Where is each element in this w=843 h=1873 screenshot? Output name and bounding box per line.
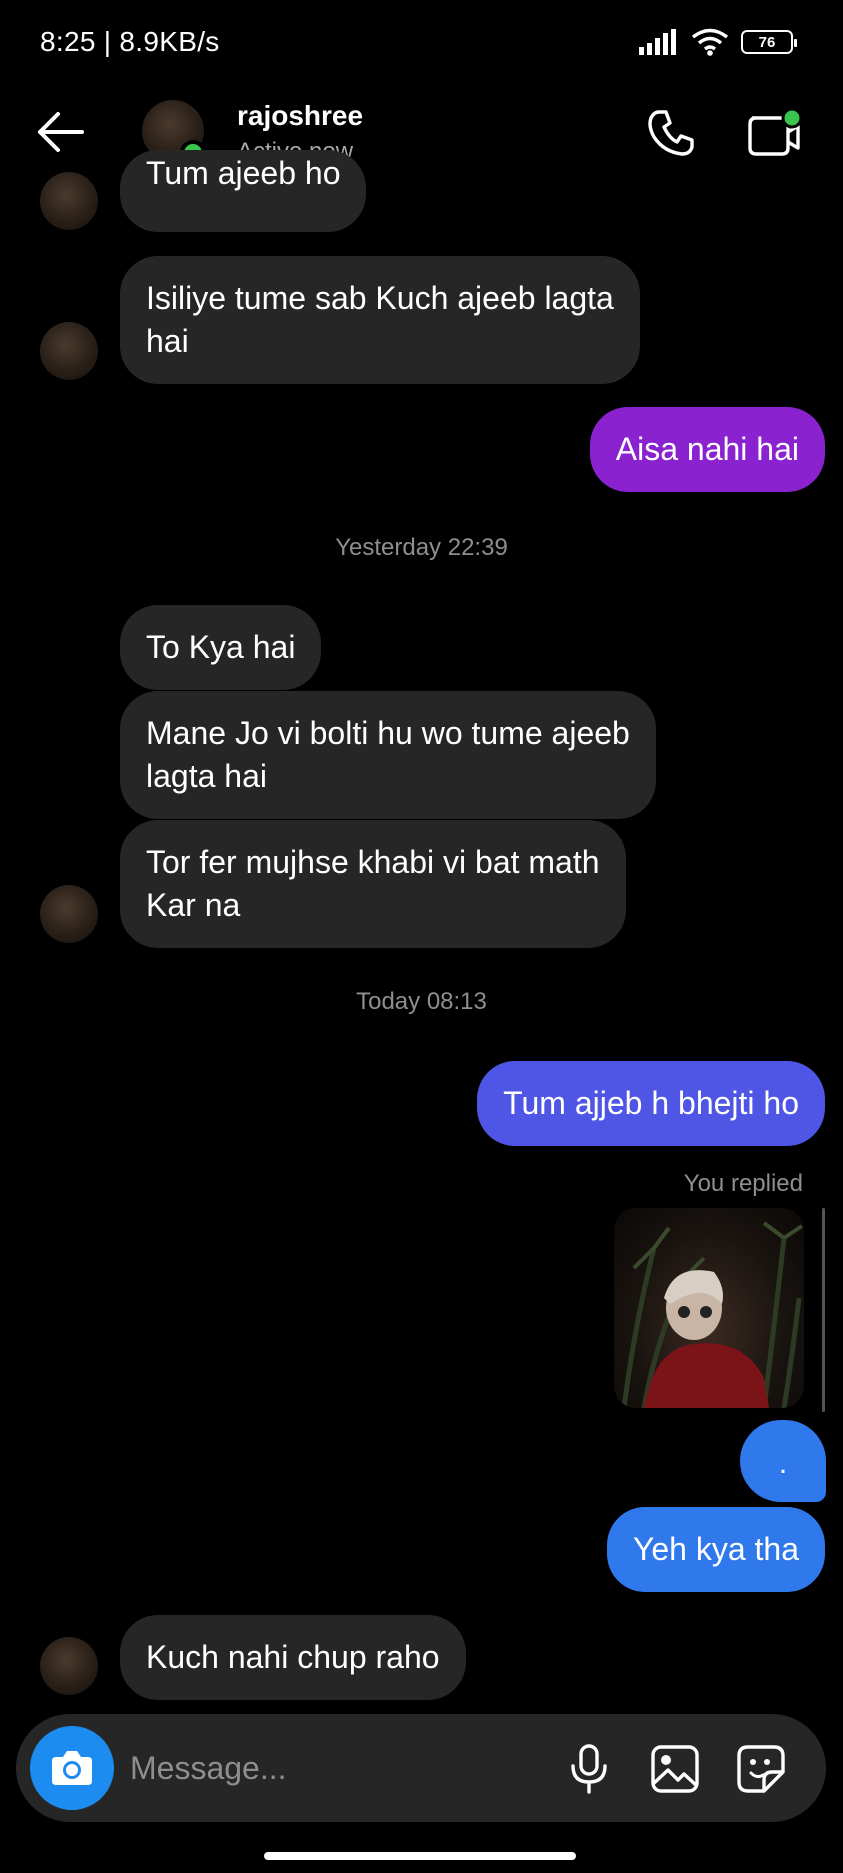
microphone-icon	[571, 1744, 607, 1794]
sender-avatar	[40, 322, 98, 380]
message-outgoing[interactable]: Tum ajjeb h bhejti ho	[477, 1061, 825, 1146]
contact-name[interactable]: rajoshree	[237, 100, 363, 132]
story-reply-bar	[822, 1208, 825, 1412]
chat-screen: 8:25 | 8.9KB/s 76 rajoshree Active now T…	[0, 0, 843, 1873]
message-outgoing[interactable]: Yeh kya tha	[606, 1507, 825, 1592]
phone-icon[interactable]	[646, 108, 696, 158]
message-outgoing[interactable]: .	[740, 1420, 826, 1502]
sender-avatar	[40, 1637, 98, 1695]
message-incoming[interactable]: Mane Jo vi bolti hu wo tume ajeeb lagta …	[120, 691, 656, 819]
battery-icon: 76	[741, 30, 797, 54]
story-reply-label: You replied	[683, 1170, 803, 1197]
story-photo	[621, 1221, 804, 1408]
signal-icon	[639, 29, 676, 55]
camera-button[interactable]	[30, 1726, 114, 1810]
gallery-button[interactable]	[648, 1742, 702, 1796]
microphone-button[interactable]	[562, 1742, 616, 1796]
back-arrow-icon[interactable]	[34, 110, 86, 154]
message-incoming[interactable]: Tum ajeeb ho	[120, 150, 367, 232]
sticker-icon	[737, 1745, 785, 1793]
message-incoming[interactable]: Tor fer mujhse khabi vi bat math Kar na	[120, 820, 626, 948]
sender-avatar	[40, 885, 98, 943]
message-incoming[interactable]: To Kya hai	[120, 605, 322, 690]
status-icons: 76	[639, 28, 797, 56]
wifi-icon	[691, 28, 729, 56]
battery-level: 76	[758, 33, 776, 51]
sticker-button[interactable]	[734, 1742, 788, 1796]
timestamp: Yesterday 22:39	[335, 534, 508, 561]
story-reply-image[interactable]	[614, 1208, 804, 1408]
message-input[interactable]	[130, 1742, 530, 1794]
video-icon[interactable]	[746, 108, 806, 158]
sender-avatar	[40, 172, 98, 230]
message-outgoing[interactable]: Aisa nahi hai	[589, 407, 825, 492]
message-incoming[interactable]: Isiliye tume sab Kuch ajeeb lagta hai	[120, 256, 640, 384]
status-time: 8:25 | 8.9KB/s	[40, 26, 220, 57]
message-incoming[interactable]: Kuch nahi chup raho	[120, 1615, 466, 1700]
home-indicator[interactable]	[264, 1852, 576, 1860]
image-icon	[651, 1745, 699, 1793]
camera-icon	[52, 1751, 92, 1785]
timestamp: Today 08:13	[356, 988, 487, 1015]
